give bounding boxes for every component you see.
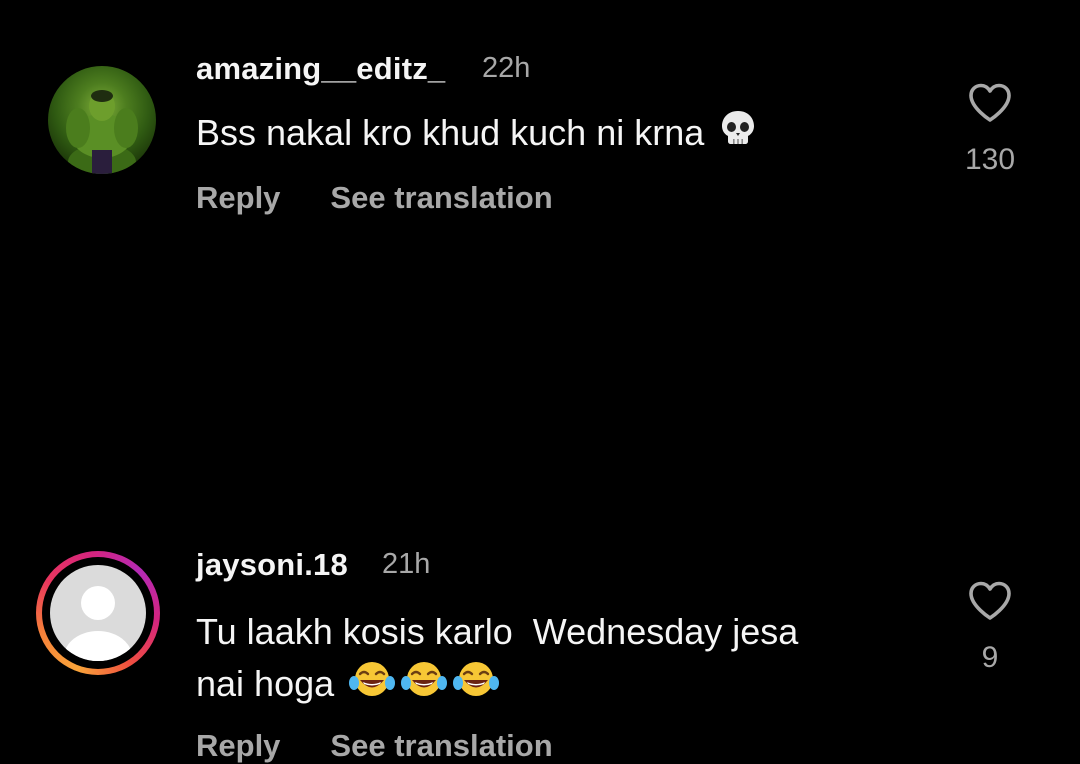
comment-text-line-2: nai hoga <box>196 658 916 713</box>
comment-item: amazing__editz_ 22h Bss nakal kro khud k… <box>0 0 1080 260</box>
comment-username[interactable]: amazing__editz_ <box>196 51 445 87</box>
default-avatar-icon <box>50 565 146 661</box>
comment-actions: Reply See translation <box>196 180 553 216</box>
comment-text: Bss nakal kro khud kuch ni krna <box>196 107 916 162</box>
tears-of-joy-icon <box>452 659 500 713</box>
heart-icon[interactable] <box>960 82 1020 129</box>
like-group: 130 <box>960 82 1020 177</box>
avatar[interactable] <box>36 551 160 675</box>
heart-icon[interactable] <box>960 580 1020 627</box>
tears-of-joy-icon <box>400 659 448 713</box>
comment-item: jaysoni.18 21h Tu laakh kosis karlo Wedn… <box>0 260 1080 763</box>
comment-timestamp: 21h <box>382 548 431 580</box>
like-count: 130 <box>964 143 1016 176</box>
story-ring <box>36 551 160 675</box>
comment-text: Tu laakh kosis karlo Wednesday jesa nai … <box>196 606 916 713</box>
comment-text-body: Bss nakal kro khud kuch ni krna <box>196 112 705 153</box>
hulk-avatar-image <box>48 66 156 174</box>
reply-button[interactable]: Reply <box>196 180 280 215</box>
reply-button[interactable]: Reply <box>196 728 280 763</box>
avatar[interactable] <box>48 66 156 174</box>
comment-text-line-1: Tu laakh kosis karlo Wednesday jesa <box>196 611 799 652</box>
see-translation-button[interactable]: See translation <box>330 180 552 215</box>
comment-text-line-2-body: nai hoga <box>196 663 335 704</box>
like-count: 9 <box>981 641 999 674</box>
see-translation-button[interactable]: See translation <box>330 728 552 763</box>
tears-of-joy-icon <box>348 659 396 713</box>
comment-actions: Reply See translation <box>196 728 553 764</box>
comment-timestamp: 22h <box>482 52 531 84</box>
like-group: 9 <box>960 580 1020 675</box>
skull-emoji-icon <box>718 108 758 162</box>
comment-username[interactable]: jaysoni.18 <box>196 547 348 583</box>
